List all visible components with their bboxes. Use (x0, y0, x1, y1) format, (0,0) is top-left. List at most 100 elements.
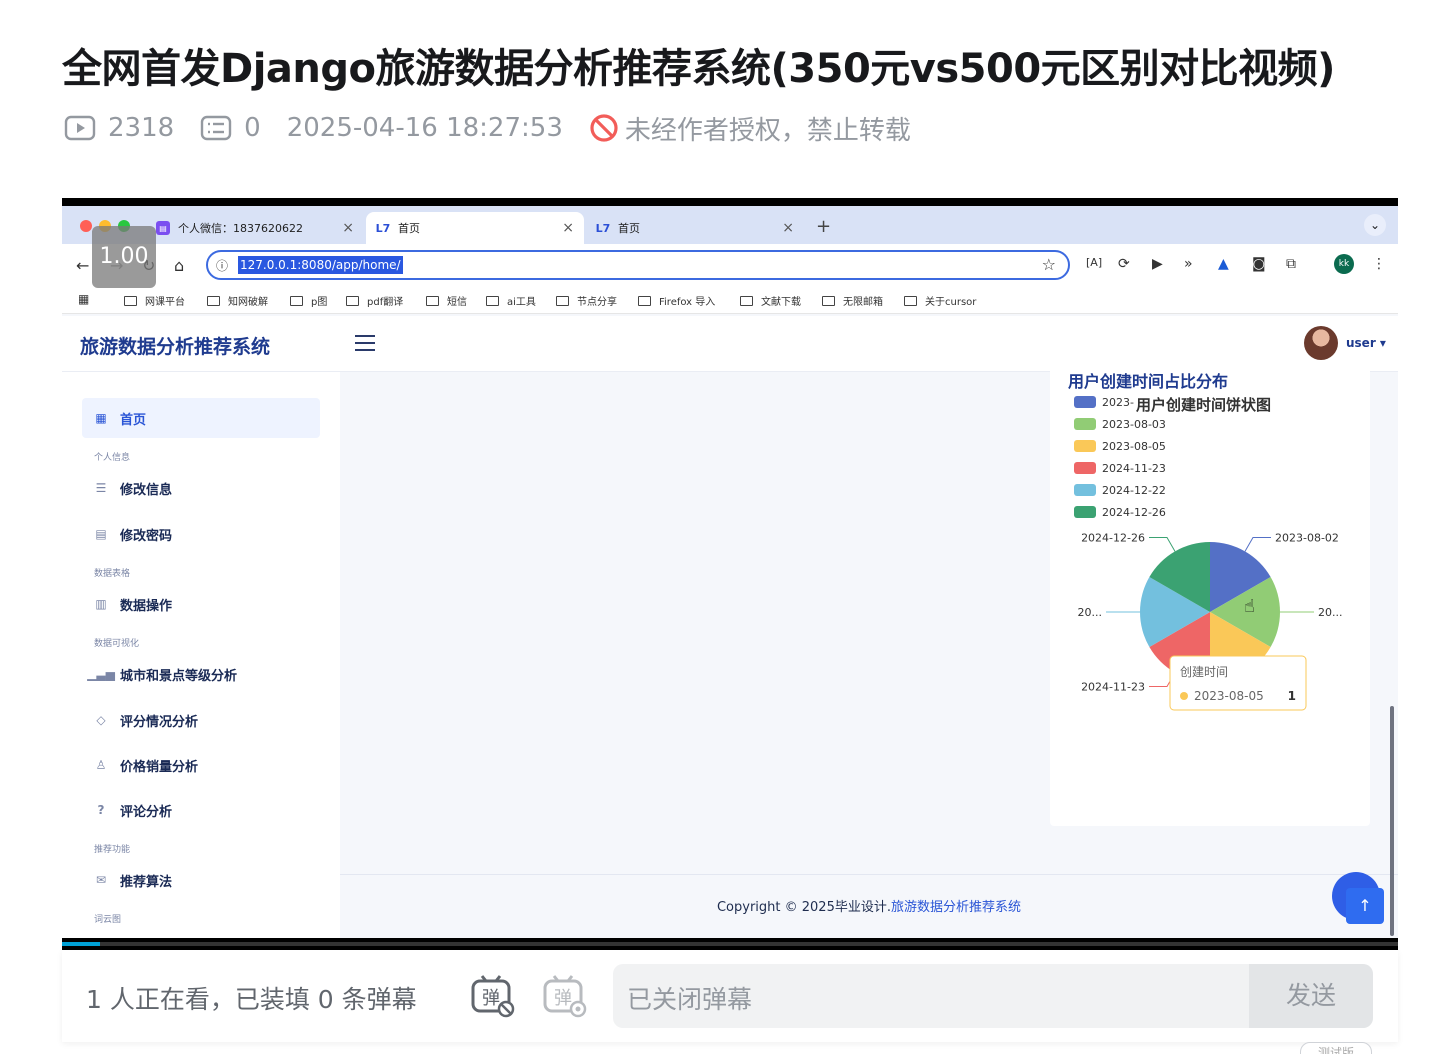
bookmark-item[interactable]: 无限邮箱 (822, 293, 883, 308)
tooltip-value: 1 (1288, 689, 1296, 703)
progress-fill (62, 942, 100, 946)
danmaku-settings-icon[interactable]: 弹 (542, 974, 588, 1018)
tab-close-icon[interactable]: × (562, 220, 574, 236)
play-extension-icon[interactable]: ▶ (1152, 256, 1163, 272)
video-progress-bar[interactable] (62, 942, 1398, 946)
double-chevron-icon[interactable]: » (1184, 256, 1193, 272)
danmaku-placeholder: 已关闭弹幕 (627, 985, 753, 1014)
user-avatar[interactable] (1304, 326, 1338, 360)
more-menu-icon[interactable]: ⋮ (1372, 256, 1386, 272)
playback-speed-badge: 1.00 (92, 226, 156, 288)
slice-label: 2024-11-23 (1081, 680, 1145, 693)
sidebar-item-city-level[interactable]: ▁▃▅ 城市和景点等级分析 (82, 654, 320, 694)
bookmark-item[interactable]: p图 (290, 293, 327, 308)
tab-list-chevron-icon[interactable]: ⌄ (1364, 214, 1386, 236)
bookmark-item[interactable]: pdf翻译 (346, 293, 403, 308)
folder-icon (822, 295, 835, 306)
bookmark-item[interactable]: 关于cursor (904, 293, 976, 308)
sidebar: ▦ 首页 个人信息 ☰ 修改信息 ▤ 修改密码 数据表格 ▥ 数据操作 数据可视化 ▁▃… (62, 372, 340, 938)
danmaku-input[interactable]: 已关闭弹幕 发送 (613, 964, 1373, 1028)
apps-grid-icon[interactable]: ▦ (78, 292, 89, 306)
user-icon: ♙ (95, 758, 107, 772)
list-icon: ☰ (95, 481, 107, 495)
sidebar-item-home[interactable]: ▦ 首页 (82, 398, 320, 438)
chart-title: 用户创建时间饼状图 (1136, 396, 1271, 414)
browser-tab-active[interactable]: L7 首页 × (366, 212, 584, 244)
footer-divider (340, 874, 1398, 875)
home-icon[interactable]: ⌂ (174, 256, 184, 275)
document-icon: ▤ (95, 527, 107, 541)
sidebar-item-data-ops[interactable]: ▥ 数据操作 (82, 584, 320, 624)
copyright-link[interactable]: 旅游数据分析推荐系统 (891, 900, 1021, 915)
translate-icon[interactable]: [A] (1086, 256, 1102, 269)
tooltip-marker (1180, 692, 1188, 700)
sidebar-item-recommend[interactable]: ✉ 推荐算法 (82, 860, 320, 900)
video-player[interactable]: ▤ 个人微信：1837620622 × L7 首页 × L7 首页 × + ⌄ (62, 198, 1398, 950)
vpn-extension-icon[interactable]: ▲ (1218, 256, 1229, 272)
extensions-puzzle-icon[interactable]: ⧉ (1286, 256, 1296, 272)
bookmark-item[interactable]: 节点分享 (556, 293, 617, 308)
svg-text:弹: 弹 (482, 988, 500, 1009)
user-menu[interactable]: user ▾ (1346, 336, 1386, 350)
legend-label: 2023-08-03 (1102, 418, 1166, 431)
browser-tab[interactable]: L7 首页 × (586, 212, 804, 244)
legend-swatch (1074, 462, 1096, 474)
bookmark-star-icon[interactable]: ☆ (1042, 255, 1056, 274)
svg-text:弹: 弹 (554, 988, 572, 1009)
danmaku-toggle-icon[interactable]: 弹 (470, 974, 516, 1018)
slice-label: 2023-08-02 (1275, 532, 1339, 545)
page-scrollbar[interactable] (1390, 706, 1394, 936)
close-window-icon (80, 220, 92, 232)
folder-icon (124, 295, 137, 306)
legend-swatch (1074, 418, 1096, 430)
sidebar-item-edit-info[interactable]: ☰ 修改信息 (82, 468, 320, 508)
pie-chart[interactable]: 2023- 2023-08-03 2023-08-05 2024-11-23 2024-… (1050, 362, 1370, 826)
bookmark-item[interactable]: 文献下载 (740, 293, 801, 308)
sidebar-section: 数据表格 (94, 569, 131, 579)
bookmark-item[interactable]: Firefox 导入 (638, 293, 715, 308)
legend-label: 2024-11-23 (1102, 462, 1166, 475)
slice-label: 20... (1078, 606, 1103, 619)
bookmark-item[interactable]: 短信 (426, 293, 467, 308)
browser-tabbar: ▤ 个人微信：1837620622 × L7 首页 × L7 首页 × + ⌄ (62, 206, 1398, 244)
back-to-top-button[interactable]: ↑ (1346, 888, 1384, 924)
folder-icon (556, 295, 569, 306)
legend-swatch (1074, 396, 1096, 408)
site-logo-icon: L7 (375, 221, 391, 235)
site-logo-icon: L7 (595, 221, 611, 235)
sidebar-item-comments[interactable]: ? 评论分析 (82, 790, 320, 830)
legend-label: 2023-08-05 (1102, 440, 1166, 453)
profile-avatar[interactable]: kk (1334, 254, 1354, 274)
bookmark-item[interactable]: 网课平台 (124, 293, 185, 308)
folder-icon (740, 295, 753, 306)
hand-cursor-icon: ☝ (1244, 596, 1255, 617)
url-text[interactable]: 127.0.0.1:8080/app/home/ (238, 256, 403, 274)
menu-toggle-icon[interactable] (354, 334, 376, 352)
tab-close-icon[interactable]: × (342, 220, 354, 236)
question-circle-icon: ? (97, 803, 105, 817)
chart-card: 用户创建时间占比分布 2023- 2023-08-03 2023-08-05 2024… (1050, 362, 1370, 826)
site-info-icon[interactable]: ⓘ (216, 257, 228, 274)
folder-icon (426, 295, 439, 306)
tab-close-icon[interactable]: × (782, 220, 794, 236)
send-button[interactable]: 发送 (1249, 964, 1373, 1028)
back-arrow-icon[interactable]: ← (76, 256, 89, 275)
sidebar-item-rating[interactable]: ◇ 评分情况分析 (82, 700, 320, 740)
sidebar-item-edit-password[interactable]: ▤ 修改密码 (82, 514, 320, 554)
folder-icon (638, 295, 651, 306)
browser-tab[interactable]: ▤ 个人微信：1837620622 × (146, 212, 364, 244)
beta-tag: 测试版 (1300, 1042, 1372, 1054)
tooltip-label: 2023-08-05 (1194, 689, 1264, 703)
bookmark-item[interactable]: ai工具 (486, 293, 536, 308)
address-bar[interactable]: ⓘ 127.0.0.1:8080/app/home/ ☆ (206, 250, 1070, 280)
legend-label: 2023- (1102, 396, 1134, 409)
sync-icon[interactable]: ⟳ (1118, 256, 1130, 272)
mail-icon: ✉ (95, 873, 107, 887)
incognito-icon[interactable]: ◙ (1252, 256, 1266, 272)
bookmark-item[interactable]: 知网破解 (207, 293, 268, 308)
new-tab-button[interactable]: + (816, 216, 831, 237)
sidebar-item-price-sales[interactable]: ♙ 价格销量分析 (82, 745, 320, 785)
diamond-icon: ◇ (96, 713, 106, 727)
label-line (1149, 537, 1176, 552)
sidebar-section: 数据可视化 (94, 639, 140, 649)
